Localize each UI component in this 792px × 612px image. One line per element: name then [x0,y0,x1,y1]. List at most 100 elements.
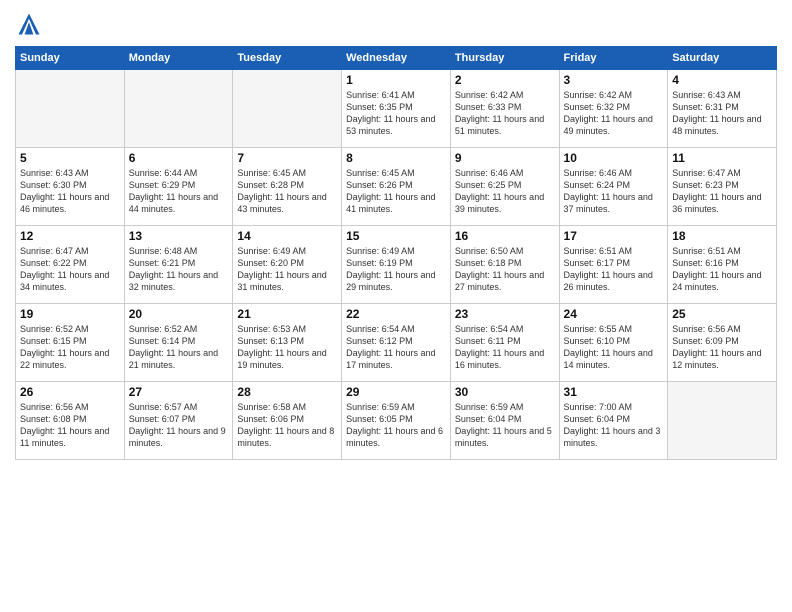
day-info: Sunrise: 6:50 AM Sunset: 6:18 PM Dayligh… [455,245,555,294]
day-info: Sunrise: 6:56 AM Sunset: 6:08 PM Dayligh… [20,401,120,450]
weekday-header-saturday: Saturday [668,47,777,70]
calendar-cell [233,70,342,148]
day-info: Sunrise: 6:47 AM Sunset: 6:22 PM Dayligh… [20,245,120,294]
calendar-cell: 25Sunrise: 6:56 AM Sunset: 6:09 PM Dayli… [668,304,777,382]
calendar-cell: 27 Sunrise: 6:57 AM Sunset: 6:07 PM Dayli… [124,382,233,460]
day-number: 22 [346,307,446,321]
day-info: Sunrise: 6:43 AM Sunset: 6:31 PM Dayligh… [672,89,772,138]
day-number: 6 [129,151,229,165]
weekday-header-row: SundayMondayTuesdayWednesdayThursdayFrid… [16,47,777,70]
calendar-cell: 7 Sunrise: 6:45 AM Sunset: 6:28 PM Daylig… [233,148,342,226]
calendar-cell: 10 Sunrise: 6:46 AM Sunset: 6:24 PM Dayli… [559,148,668,226]
calendar-cell: 2 Sunrise: 6:42 AM Sunset: 6:33 PM Daylig… [450,70,559,148]
day-number: 5 [20,151,120,165]
day-info: Sunrise: 6:46 AM Sunset: 6:24 PM Dayligh… [564,167,664,216]
calendar-cell [668,382,777,460]
calendar-cell: 17Sunrise: 6:51 AM Sunset: 6:17 PM Dayli… [559,226,668,304]
calendar-cell: 11 Sunrise: 6:47 AM Sunset: 6:23 PM Dayli… [668,148,777,226]
day-info: Sunrise: 6:54 AM Sunset: 6:11 PM Dayligh… [455,323,555,372]
calendar-cell: 18Sunrise: 6:51 AM Sunset: 6:16 PM Dayli… [668,226,777,304]
day-info: Sunrise: 6:57 AM Sunset: 6:07 PM Dayligh… [129,401,229,450]
day-number: 12 [20,229,120,243]
day-number: 19 [20,307,120,321]
calendar-cell: 14 Sunrise: 6:49 AM Sunset: 6:20 PM Dayli… [233,226,342,304]
calendar-cell: 28 Sunrise: 6:58 AM Sunset: 6:06 PM Dayli… [233,382,342,460]
calendar-cell: 5 Sunrise: 6:43 AM Sunset: 6:30 PM Daylig… [16,148,125,226]
calendar-cell: 19Sunrise: 6:52 AM Sunset: 6:15 PM Dayli… [16,304,125,382]
calendar-table: SundayMondayTuesdayWednesdayThursdayFrid… [15,46,777,460]
weekday-header-tuesday: Tuesday [233,47,342,70]
day-number: 21 [237,307,337,321]
day-info: Sunrise: 6:45 AM Sunset: 6:28 PM Dayligh… [237,167,337,216]
day-number: 2 [455,73,555,87]
day-number: 7 [237,151,337,165]
day-info: Sunrise: 7:00 AM Sunset: 6:04 PM Dayligh… [564,401,664,450]
day-number: 20 [129,307,229,321]
day-number: 14 [237,229,337,243]
weekday-header-sunday: Sunday [16,47,125,70]
day-info: Sunrise: 6:41 AM Sunset: 6:35 PM Dayligh… [346,89,446,138]
calendar-cell: 6 Sunrise: 6:44 AM Sunset: 6:29 PM Daylig… [124,148,233,226]
logo [15,10,47,38]
day-number: 8 [346,151,446,165]
calendar-row-4: 26 Sunrise: 6:56 AM Sunset: 6:08 PM Dayli… [16,382,777,460]
calendar-cell: 30 Sunrise: 6:59 AM Sunset: 6:04 PM Dayli… [450,382,559,460]
page: SundayMondayTuesdayWednesdayThursdayFrid… [0,0,792,612]
calendar-row-2: 12 Sunrise: 6:47 AM Sunset: 6:22 PM Dayli… [16,226,777,304]
weekday-header-wednesday: Wednesday [342,47,451,70]
calendar-cell: 29Sunrise: 6:59 AM Sunset: 6:05 PM Dayli… [342,382,451,460]
day-number: 13 [129,229,229,243]
day-number: 26 [20,385,120,399]
day-info: Sunrise: 6:56 AM Sunset: 6:09 PM Dayligh… [672,323,772,372]
day-info: Sunrise: 6:58 AM Sunset: 6:06 PM Dayligh… [237,401,337,450]
day-info: Sunrise: 6:43 AM Sunset: 6:30 PM Dayligh… [20,167,120,216]
calendar-cell: 9 Sunrise: 6:46 AM Sunset: 6:25 PM Daylig… [450,148,559,226]
day-info: Sunrise: 6:53 AM Sunset: 6:13 PM Dayligh… [237,323,337,372]
calendar-cell: 22 Sunrise: 6:54 AM Sunset: 6:12 PM Dayli… [342,304,451,382]
calendar-cell: 3 Sunrise: 6:42 AM Sunset: 6:32 PM Daylig… [559,70,668,148]
calendar-cell: 23 Sunrise: 6:54 AM Sunset: 6:11 PM Dayli… [450,304,559,382]
day-info: Sunrise: 6:51 AM Sunset: 6:17 PM Dayligh… [564,245,664,294]
day-info: Sunrise: 6:55 AM Sunset: 6:10 PM Dayligh… [564,323,664,372]
day-info: Sunrise: 6:44 AM Sunset: 6:29 PM Dayligh… [129,167,229,216]
day-info: Sunrise: 6:54 AM Sunset: 6:12 PM Dayligh… [346,323,446,372]
day-number: 3 [564,73,664,87]
weekday-header-friday: Friday [559,47,668,70]
weekday-header-monday: Monday [124,47,233,70]
calendar-cell: 20Sunrise: 6:52 AM Sunset: 6:14 PM Dayli… [124,304,233,382]
calendar-cell: 8 Sunrise: 6:45 AM Sunset: 6:26 PM Daylig… [342,148,451,226]
day-number: 27 [129,385,229,399]
logo-icon [15,10,43,38]
day-info: Sunrise: 6:49 AM Sunset: 6:20 PM Dayligh… [237,245,337,294]
weekday-header-thursday: Thursday [450,47,559,70]
day-number: 15 [346,229,446,243]
day-info: Sunrise: 6:59 AM Sunset: 6:04 PM Dayligh… [455,401,555,450]
day-info: Sunrise: 6:42 AM Sunset: 6:33 PM Dayligh… [455,89,555,138]
calendar-cell: 31 Sunrise: 7:00 AM Sunset: 6:04 PM Dayli… [559,382,668,460]
day-info: Sunrise: 6:42 AM Sunset: 6:32 PM Dayligh… [564,89,664,138]
day-number: 16 [455,229,555,243]
calendar-cell [16,70,125,148]
calendar-cell: 21 Sunrise: 6:53 AM Sunset: 6:13 PM Dayli… [233,304,342,382]
calendar-cell: 1 Sunrise: 6:41 AM Sunset: 6:35 PM Daylig… [342,70,451,148]
day-number: 18 [672,229,772,243]
calendar-row-1: 5 Sunrise: 6:43 AM Sunset: 6:30 PM Daylig… [16,148,777,226]
calendar-cell: 26 Sunrise: 6:56 AM Sunset: 6:08 PM Dayli… [16,382,125,460]
day-info: Sunrise: 6:47 AM Sunset: 6:23 PM Dayligh… [672,167,772,216]
day-number: 24 [564,307,664,321]
day-number: 1 [346,73,446,87]
day-number: 11 [672,151,772,165]
day-number: 31 [564,385,664,399]
day-info: Sunrise: 6:46 AM Sunset: 6:25 PM Dayligh… [455,167,555,216]
calendar-cell: 4Sunrise: 6:43 AM Sunset: 6:31 PM Daylig… [668,70,777,148]
calendar-cell: 16 Sunrise: 6:50 AM Sunset: 6:18 PM Dayli… [450,226,559,304]
calendar-cell: 24 Sunrise: 6:55 AM Sunset: 6:10 PM Dayli… [559,304,668,382]
day-number: 28 [237,385,337,399]
day-number: 10 [564,151,664,165]
day-number: 30 [455,385,555,399]
day-info: Sunrise: 6:45 AM Sunset: 6:26 PM Dayligh… [346,167,446,216]
day-number: 23 [455,307,555,321]
day-number: 29 [346,385,446,399]
day-number: 9 [455,151,555,165]
calendar-cell: 15Sunrise: 6:49 AM Sunset: 6:19 PM Dayli… [342,226,451,304]
